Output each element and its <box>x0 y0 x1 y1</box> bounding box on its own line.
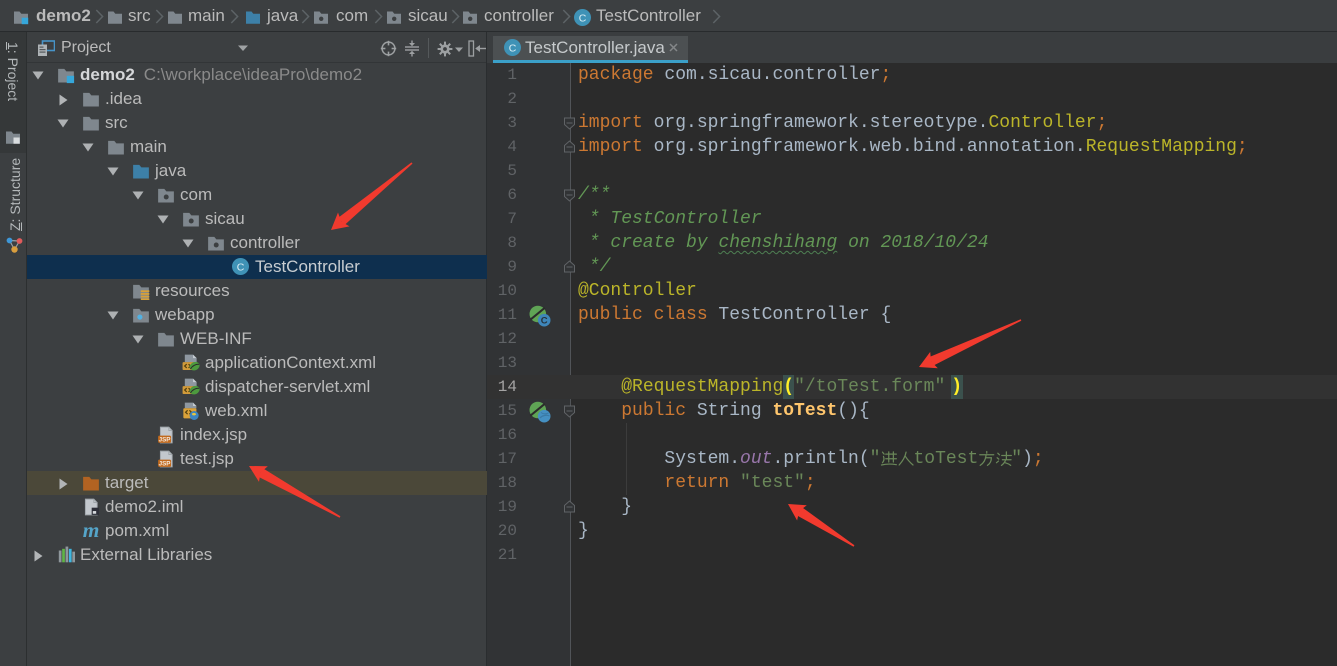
svg-text:C: C <box>541 316 548 327</box>
